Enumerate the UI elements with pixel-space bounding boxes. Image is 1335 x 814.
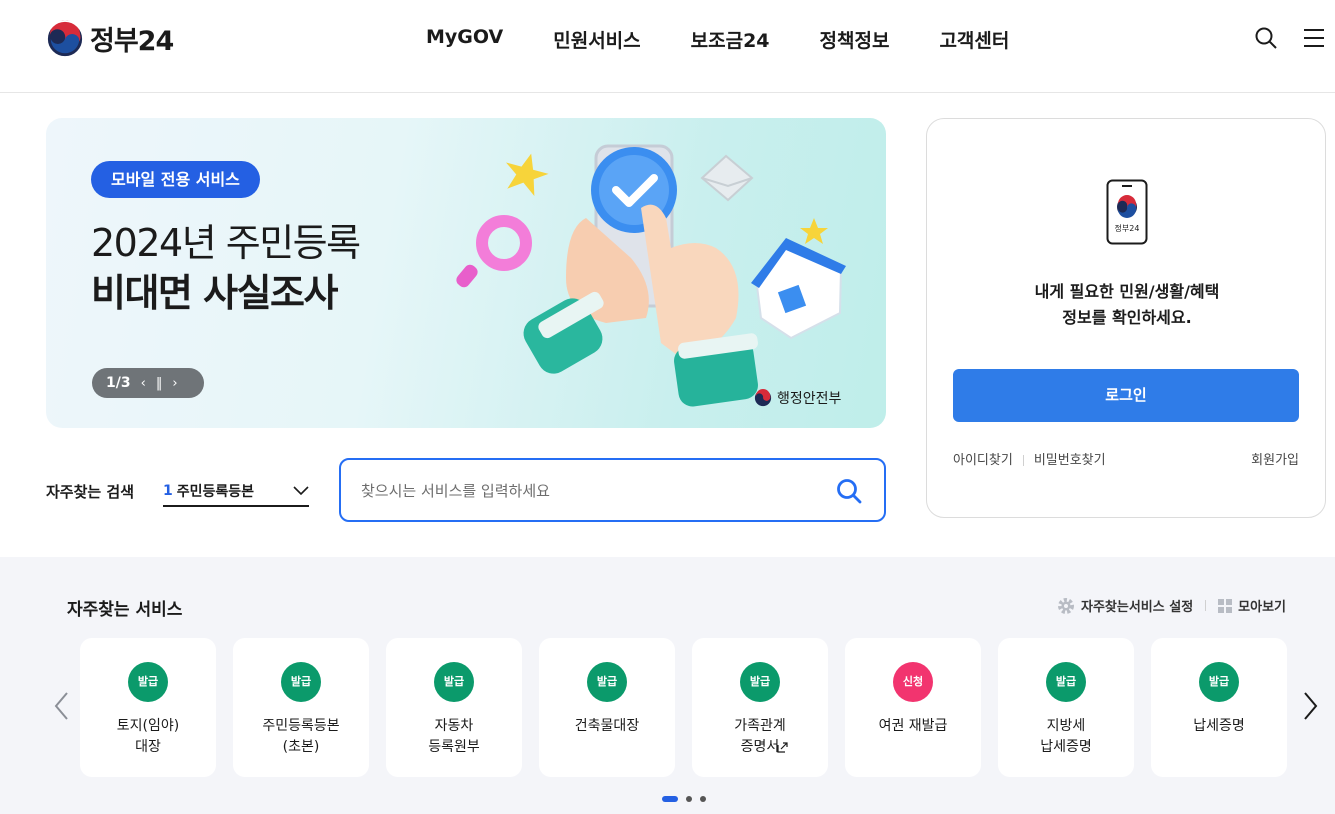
service-label: 지방세 납세증명 [1040, 718, 1092, 755]
ministry-name: 행정안전부 [777, 391, 842, 407]
nav-mygov[interactable]: MyGOV [426, 26, 503, 53]
main-nav: MyGOV 민원서비스 보조금24 정책정보 고객센터 [426, 26, 1059, 53]
find-id-link[interactable]: 아이디찾기 [953, 453, 1013, 468]
ministry-credit: 행정안전부 [754, 388, 841, 408]
service-card-vehicle-register[interactable]: 발급 자동차 등록원부 [386, 638, 522, 777]
gear-icon [1057, 597, 1074, 614]
login-links: 아이디찾기 비밀번호찾기 회원가입 [953, 449, 1299, 468]
menu-icon[interactable] [1302, 26, 1326, 50]
find-password-link[interactable]: 비밀번호찾기 [1034, 453, 1106, 468]
issue-chip: 발급 [587, 662, 627, 702]
service-card-building-register[interactable]: 발급 건축물대장 [539, 638, 675, 777]
login-card: 정부24 내게 필요한 민원/생활/혜택 정보를 확인하세요. 로그인 아이디찾… [926, 118, 1326, 518]
login-message-line1: 내게 필요한 민원/생활/혜택 [1034, 282, 1220, 301]
nav-subsidy24[interactable]: 보조금24 [691, 26, 770, 53]
logo[interactable]: 정부24 [46, 19, 174, 58]
view-all-label: 모아보기 [1238, 600, 1286, 615]
services-settings-label: 자주찾는서비스 설정 [1080, 600, 1194, 615]
services-title: 자주찾는 서비스 [67, 600, 183, 620]
frequent-services-section: 자주찾는 서비스 자주찾는서비스 설정 모아보기 발급 토지(임야) 대장 발급… [0, 557, 1335, 814]
service-label: 가족관계 증명서 [734, 718, 786, 755]
search-submit-icon[interactable] [836, 478, 862, 504]
service-label: 여권 재발급 [878, 718, 948, 734]
view-all-button[interactable]: 모아보기 [1218, 596, 1286, 615]
issue-chip: 발급 [1046, 662, 1086, 702]
slide-controls: 1/3 ‹ ‖ › [92, 368, 204, 398]
issue-chip: 발급 [434, 662, 474, 702]
issue-chip: 발급 [1199, 662, 1239, 702]
nav-customer-center[interactable]: 고객센터 [939, 26, 1009, 53]
apply-chip: 신청 [893, 662, 933, 702]
service-label: 자동차 등록원부 [428, 718, 480, 755]
service-card-passport-reissue[interactable]: 신청 여권 재발급 [845, 638, 981, 777]
divider [1205, 600, 1207, 611]
services-settings-button[interactable]: 자주찾는서비스 설정 [1057, 596, 1193, 615]
logo-text: 정부24 [90, 26, 174, 57]
phone-logo-text: 정부24 [1115, 223, 1140, 233]
frequent-search-label: 자주찾는 검색 [46, 483, 135, 501]
mobile-only-badge: 모바일 전용 서비스 [91, 161, 260, 198]
grid-icon [1218, 598, 1233, 613]
search-icon[interactable] [1254, 26, 1278, 50]
search-box [339, 458, 886, 522]
slide-prev-icon[interactable]: ‹ [141, 376, 146, 391]
slide-next-icon[interactable]: › [172, 376, 177, 391]
carousel-next-icon[interactable] [1300, 689, 1320, 723]
service-card-resident-registration[interactable]: 발급 주민등록등본 (초본) [233, 638, 369, 777]
service-label: 납세증명 [1193, 718, 1245, 734]
service-label: 주민등록등본 (초본) [262, 718, 340, 755]
service-label: 토지(임야) 대장 [116, 718, 180, 755]
service-card-tax-certificate[interactable]: 발급 납세증명 [1151, 638, 1287, 777]
slide-counter: 1/3 [106, 375, 131, 391]
carousel-pagination [662, 796, 706, 802]
slide-pause-icon[interactable]: ‖ [156, 376, 163, 391]
login-message: 내게 필요한 민원/생활/혜택 정보를 확인하세요. [927, 279, 1327, 331]
issue-chip: 발급 [128, 662, 168, 702]
service-label: 건축물대장 [574, 718, 640, 734]
taegeuk-logo-icon [46, 19, 84, 58]
login-message-line2: 정보를 확인하세요. [1062, 308, 1192, 327]
page-dot-2[interactable] [686, 796, 692, 802]
frequent-search-value: 주민등록등본 [176, 484, 255, 500]
login-button[interactable]: 로그인 [953, 369, 1299, 422]
service-card-land-register[interactable]: 발급 토지(임야) 대장 [80, 638, 216, 777]
services-cards: 발급 토지(임야) 대장 발급 주민등록등본 (초본) 발급 자동차 등록원부 … [80, 638, 1287, 777]
issue-chip: 발급 [281, 662, 321, 702]
frequent-search-rank: 1 [163, 483, 173, 499]
banner-title-line1: 2024년 주민등록 [91, 221, 361, 265]
chevron-down-icon [293, 486, 309, 496]
main-banner[interactable]: 모바일 전용 서비스 2024년 주민등록 비대면 사실조사 1/3 ‹ ‖ ›… [46, 118, 886, 428]
phone-hand-illustration [456, 144, 846, 407]
frequent-search-select[interactable]: 1 주민등록등본 [163, 477, 309, 507]
page-dot-1[interactable] [662, 796, 678, 802]
services-tools: 자주찾는서비스 설정 모아보기 [1057, 596, 1286, 615]
divider [1022, 455, 1024, 466]
ministry-emblem-icon [754, 389, 772, 407]
service-card-local-tax-certificate[interactable]: 발급 지방세 납세증명 [998, 638, 1134, 777]
carousel-prev-icon[interactable] [52, 689, 72, 723]
nav-civil-services[interactable]: 민원서비스 [553, 26, 640, 53]
search-input[interactable] [361, 478, 811, 504]
mobile-phone-icon: 정부24 [1106, 179, 1148, 245]
external-link-icon [777, 742, 788, 753]
service-card-family-relation[interactable]: 발급 가족관계 증명서 [692, 638, 828, 777]
banner-title-line2: 비대면 사실조사 [91, 271, 338, 315]
signup-link[interactable]: 회원가입 [1251, 449, 1299, 468]
site-header: 정부24 MyGOV 민원서비스 보조금24 정책정보 고객센터 [0, 0, 1335, 93]
issue-chip: 발급 [740, 662, 780, 702]
page-dot-3[interactable] [700, 796, 706, 802]
nav-policy-info[interactable]: 정책정보 [820, 26, 890, 53]
